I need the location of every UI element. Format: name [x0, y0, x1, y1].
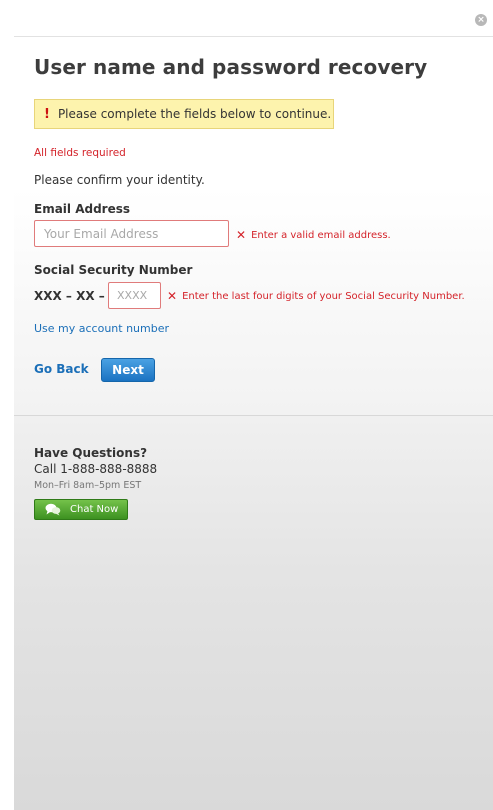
email-error-text: Enter a valid email address.: [251, 229, 391, 241]
page-title: User name and password recovery: [34, 55, 428, 79]
help-phone: Call 1-888-888-8888: [34, 462, 158, 476]
go-back-link[interactable]: Go Back: [34, 362, 89, 376]
required-note: All fields required: [34, 147, 126, 159]
chat-now-label: Chat Now: [70, 504, 119, 515]
chat-bubbles-icon: [45, 503, 61, 516]
alert-banner: ! Please complete the fields below to co…: [34, 99, 334, 129]
close-icon[interactable]: ×: [475, 14, 487, 26]
error-x-icon: ✕: [236, 228, 247, 242]
ssn-prefix: XXX – XX –: [34, 289, 105, 303]
instruction-text: Please confirm your identity.: [34, 173, 205, 187]
alert-message: Please complete the fields below to cont…: [57, 107, 332, 121]
ssn-error: ✕ Enter the last four digits of your Soc…: [167, 289, 465, 303]
help-title: Have Questions?: [34, 446, 148, 460]
error-x-icon: ✕: [167, 289, 178, 303]
help-hours: Mon–Fri 8am–5pm EST: [34, 480, 142, 491]
chat-now-button[interactable]: Chat Now: [34, 499, 128, 520]
use-account-number-link[interactable]: Use my account number: [34, 322, 169, 335]
warning-icon: !: [44, 106, 50, 122]
email-label: Email Address: [34, 202, 131, 216]
ssn-label: Social Security Number: [34, 263, 193, 277]
ssn-error-text: Enter the last four digits of your Socia…: [182, 290, 465, 302]
email-field[interactable]: [34, 220, 229, 247]
next-button[interactable]: Next: [101, 358, 155, 382]
email-error: ✕ Enter a valid email address.: [236, 228, 391, 242]
ssn-last-four-input[interactable]: [108, 282, 161, 309]
